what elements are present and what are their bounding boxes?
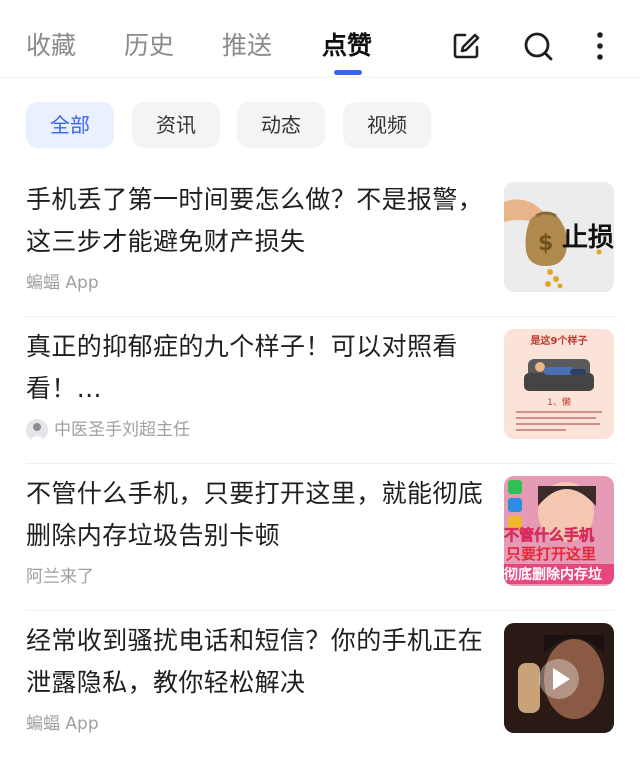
- feed-item[interactable]: 不管什么手机，只要打开这里，就能彻底删除内存垃圾告别卡顿 阿兰来了 不管什么手机…: [0, 464, 640, 611]
- tab-favorites[interactable]: 收藏: [26, 28, 76, 64]
- feed-item[interactable]: 手机丢了第一时间要怎么做？不是报警，这三步才能避免财产损失 蝙蝠 App $ 止…: [0, 170, 640, 317]
- feed-item[interactable]: 真正的抑郁症的九个样子！可以对照看看！... 中医圣手刘超主任 是这9个样子 1…: [0, 317, 640, 464]
- thumb-caption: 1、懒: [547, 396, 571, 408]
- item-thumbnail: $ 止损: [504, 182, 614, 292]
- more-vertical-icon[interactable]: [582, 28, 618, 64]
- tab-push[interactable]: 推送: [222, 28, 272, 64]
- item-title: 经常收到骚扰电话和短信？你的手机正在泄露隐私，教你轻松解决: [26, 626, 484, 697]
- item-title: 手机丢了第一时间要怎么做？不是报警，这三步才能避免财产损失: [26, 185, 484, 256]
- thumb-line-3: 彻底删除内存垃: [504, 566, 602, 583]
- item-title: 真正的抑郁症的九个样子！可以对照看看！...: [26, 332, 458, 403]
- svg-text:$: $: [538, 231, 553, 256]
- thumb-heading: 是这9个样子: [530, 334, 588, 347]
- item-thumbnail: 是这9个样子 1、懒: [504, 329, 614, 439]
- item-thumbnail: 不管什么手机 只要打开这里 彻底删除内存垃: [504, 476, 614, 586]
- feed-item[interactable]: 经常收到骚扰电话和短信？你的手机正在泄露隐私，教你轻松解决 蝙蝠 App: [0, 611, 640, 758]
- thumb-text: 止损: [562, 223, 614, 253]
- active-tab-indicator: [334, 70, 362, 75]
- top-tab-bar: 收藏 历史 推送 点赞: [0, 0, 640, 78]
- filter-video-chip[interactable]: 视频: [343, 102, 431, 148]
- thumb-line-1: 不管什么手机: [504, 526, 594, 544]
- edit-icon[interactable]: [448, 28, 484, 64]
- search-icon[interactable]: [520, 28, 556, 64]
- avatar: [26, 419, 48, 441]
- item-source: 蝙蝠 App: [26, 273, 99, 293]
- item-source: 中医圣手刘超主任: [54, 420, 190, 440]
- filter-updates-chip[interactable]: 动态: [237, 102, 325, 148]
- item-source: 蝙蝠 App: [26, 714, 99, 734]
- item-thumbnail: [504, 623, 614, 733]
- filter-news-chip[interactable]: 资讯: [132, 102, 220, 148]
- tab-history[interactable]: 历史: [124, 28, 174, 64]
- tab-likes[interactable]: 点赞: [322, 28, 372, 64]
- item-title: 不管什么手机，只要打开这里，就能彻底删除内存垃圾告别卡顿: [26, 479, 484, 550]
- item-source: 阿兰来了: [26, 567, 94, 587]
- filter-all-chip[interactable]: 全部: [26, 102, 114, 148]
- thumb-line-2: 只要打开这里: [506, 545, 596, 563]
